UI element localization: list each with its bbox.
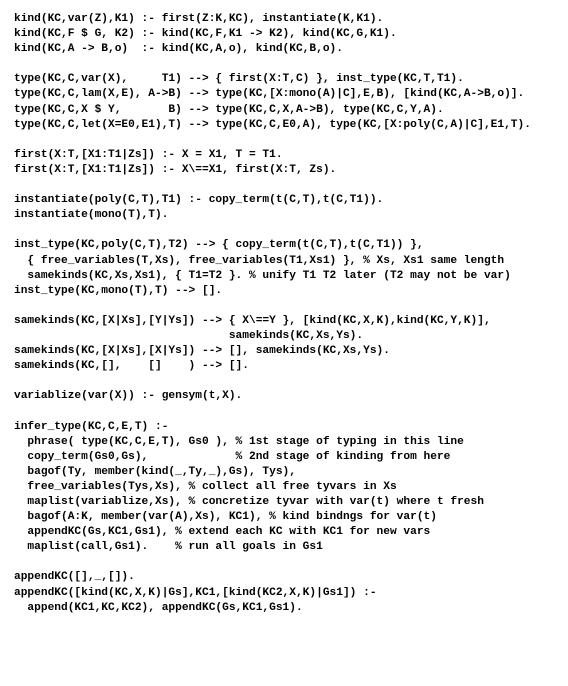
code-listing: kind(KC,var(Z),K1) :- first(Z:K,KC), ins…: [0, 0, 568, 628]
